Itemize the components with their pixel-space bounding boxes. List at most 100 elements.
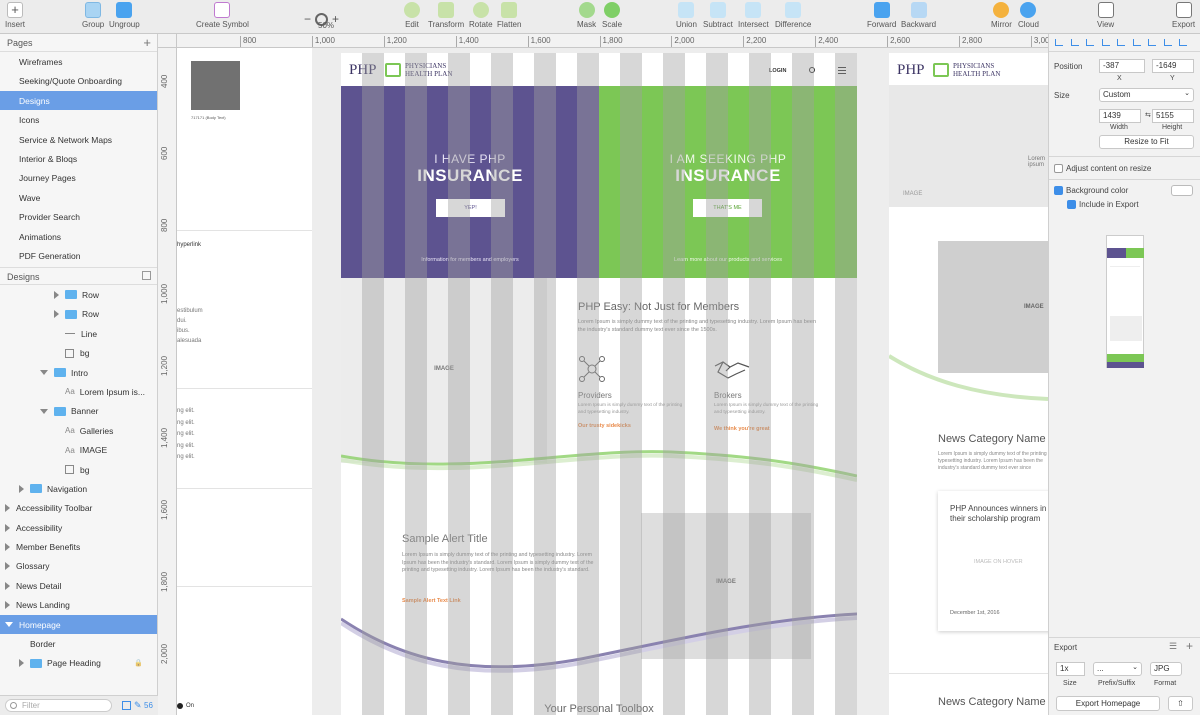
union-button[interactable]: Union bbox=[676, 2, 697, 32]
include-export-checkbox[interactable] bbox=[1067, 200, 1076, 209]
export-format-select[interactable]: JPG bbox=[1150, 662, 1182, 676]
login-link[interactable]: LOGIN bbox=[769, 68, 786, 74]
export-scale-field[interactable]: 1x bbox=[1056, 662, 1085, 676]
align-icon[interactable] bbox=[1101, 39, 1110, 46]
disclosure-triangle-icon[interactable] bbox=[54, 310, 59, 319]
align-icon[interactable] bbox=[1086, 39, 1094, 46]
create-symbol-button[interactable]: Create Symbol bbox=[196, 2, 249, 32]
page-item[interactable]: Wireframes bbox=[0, 52, 157, 71]
layer-item[interactable]: Glossary bbox=[0, 557, 157, 576]
layer-item[interactable]: Row bbox=[0, 305, 157, 324]
canvas[interactable]: 717171 (Body Text) hyperlink estibulum d… bbox=[177, 48, 1048, 715]
symbols-filter-icon[interactable] bbox=[122, 701, 131, 710]
x-field[interactable]: -387 bbox=[1099, 59, 1145, 73]
export-settings-icon[interactable]: ☰ bbox=[1169, 641, 1177, 652]
disclosure-triangle-icon[interactable] bbox=[5, 523, 10, 532]
page-item[interactable]: Seeking/Quote Onboarding bbox=[0, 71, 157, 90]
align-icon[interactable] bbox=[1070, 39, 1079, 46]
align-icon[interactable] bbox=[1132, 39, 1141, 46]
ungroup-button[interactable]: Ungroup bbox=[109, 2, 140, 32]
homepage-artboard[interactable]: PHP PHYSICIANS HEALTH PLAN LOGIN I HAVE … bbox=[341, 53, 857, 715]
layer-item[interactable]: bg bbox=[0, 460, 157, 479]
brokers-link[interactable]: We think you're great bbox=[714, 426, 770, 432]
layer-item[interactable]: Page Heading 🔒 bbox=[0, 654, 157, 673]
layer-item[interactable]: Homepage bbox=[0, 614, 157, 635]
layer-item[interactable]: Aa Lorem Ipsum is... bbox=[0, 382, 157, 401]
align-icon[interactable] bbox=[1163, 39, 1172, 46]
page-item[interactable]: PDF Generation bbox=[0, 246, 157, 265]
collapse-icon[interactable] bbox=[142, 271, 151, 281]
subtract-button[interactable]: Subtract bbox=[703, 2, 733, 32]
align-icon[interactable] bbox=[1117, 39, 1125, 46]
insert-button[interactable]: + Insert bbox=[5, 2, 25, 32]
mask-button[interactable]: Mask bbox=[577, 2, 596, 32]
layer-item[interactable]: Member Benefits bbox=[0, 537, 157, 556]
cloud-button[interactable]: Cloud bbox=[1018, 2, 1039, 32]
mirror-button[interactable]: Mirror bbox=[991, 2, 1012, 32]
disclosure-triangle-icon[interactable] bbox=[5, 622, 13, 628]
disclosure-triangle-icon[interactable] bbox=[5, 504, 10, 513]
layer-item[interactable]: Aa IMAGE bbox=[0, 440, 157, 459]
page-item[interactable]: Service & Network Maps bbox=[0, 130, 157, 149]
export-homepage-button[interactable]: Export Homepage bbox=[1056, 696, 1160, 711]
layer-item[interactable]: Banner bbox=[0, 402, 157, 421]
news-artboard[interactable]: PHP PHYSICIANS HEALTH PLAN IMAGE Lorem i… bbox=[889, 53, 1048, 715]
hero-members-panel[interactable]: I HAVE PHP INSURANCE YEP! Information fo… bbox=[341, 86, 599, 278]
lock-icon[interactable]: 🔒 bbox=[134, 659, 143, 667]
alert-link[interactable]: Sample Alert Text Link bbox=[402, 598, 461, 604]
layer-item[interactable]: News Landing bbox=[0, 596, 157, 615]
disclosure-triangle-icon[interactable] bbox=[5, 581, 10, 590]
layer-item[interactable]: Border bbox=[0, 634, 157, 653]
backward-button[interactable]: Backward bbox=[901, 2, 936, 32]
align-icon[interactable] bbox=[1055, 39, 1063, 46]
size-preset-select[interactable]: Custom ⌄ bbox=[1099, 88, 1194, 102]
add-page-icon[interactable]: + bbox=[143, 35, 151, 50]
layer-item[interactable]: Navigation bbox=[0, 479, 157, 498]
layer-item[interactable]: Accessibility Toolbar bbox=[0, 499, 157, 518]
y-field[interactable]: -1649 bbox=[1152, 59, 1194, 73]
layer-item[interactable]: Accessibility bbox=[0, 518, 157, 537]
disclosure-triangle-icon[interactable] bbox=[19, 484, 24, 493]
page-item[interactable]: Provider Search bbox=[0, 207, 157, 226]
background-color-checkbox[interactable] bbox=[1054, 186, 1063, 195]
layer-item[interactable]: Row bbox=[0, 285, 157, 304]
layer-item[interactable]: Intro bbox=[0, 363, 157, 382]
zoom-out-icon[interactable]: − bbox=[304, 12, 311, 26]
page-item[interactable]: Wave bbox=[0, 188, 157, 207]
menu-icon[interactable] bbox=[838, 67, 846, 74]
disclosure-triangle-icon[interactable] bbox=[54, 290, 59, 299]
export-button[interactable]: Export bbox=[1172, 2, 1195, 32]
disclosure-triangle-icon[interactable] bbox=[40, 370, 48, 376]
align-icon[interactable] bbox=[1179, 39, 1187, 46]
news-card[interactable]: PHP Announces winners in their scholarsh… bbox=[938, 491, 1048, 631]
layer-item[interactable]: News Detail bbox=[0, 576, 157, 595]
transform-button[interactable]: Transform bbox=[428, 2, 464, 32]
layer-item[interactable]: Line bbox=[0, 324, 157, 343]
thats-me-button[interactable]: THAT'S ME bbox=[693, 199, 762, 217]
hero-seeking-panel[interactable]: I AM SEEKING PHP INSURANCE THAT'S ME Lea… bbox=[599, 86, 857, 278]
align-icon[interactable] bbox=[1148, 39, 1156, 46]
rotate-button[interactable]: Rotate bbox=[469, 2, 493, 32]
background-color-swatch[interactable] bbox=[1171, 185, 1193, 196]
view-button[interactable]: View bbox=[1097, 2, 1114, 32]
layer-item[interactable]: Aa Galleries bbox=[0, 421, 157, 440]
page-item[interactable]: Animations bbox=[0, 227, 157, 246]
add-export-icon[interactable]: + bbox=[1186, 639, 1193, 653]
adjust-content-checkbox[interactable] bbox=[1054, 164, 1063, 173]
page-item[interactable]: Interior & Bloqs bbox=[0, 149, 157, 168]
lock-ratio-icon[interactable]: ⇆ bbox=[1145, 111, 1151, 119]
disclosure-triangle-icon[interactable] bbox=[5, 601, 10, 610]
group-button[interactable]: Group bbox=[82, 2, 104, 32]
width-field[interactable]: 1439 bbox=[1099, 109, 1141, 123]
share-icon[interactable]: ⇧ bbox=[1168, 696, 1193, 711]
difference-button[interactable]: Difference bbox=[775, 2, 811, 32]
disclosure-triangle-icon[interactable] bbox=[5, 543, 10, 552]
providers-link[interactable]: Our trusty sidekicks bbox=[578, 423, 631, 429]
page-item[interactable]: Journey Pages bbox=[0, 168, 157, 187]
intersect-button[interactable]: Intersect bbox=[738, 2, 769, 32]
filter-input[interactable]: Filter bbox=[5, 699, 112, 712]
height-field[interactable]: 5155 bbox=[1152, 109, 1194, 123]
yep-button[interactable]: YEP! bbox=[436, 199, 505, 217]
scale-button[interactable]: Scale bbox=[602, 2, 622, 32]
disclosure-triangle-icon[interactable] bbox=[5, 562, 10, 571]
